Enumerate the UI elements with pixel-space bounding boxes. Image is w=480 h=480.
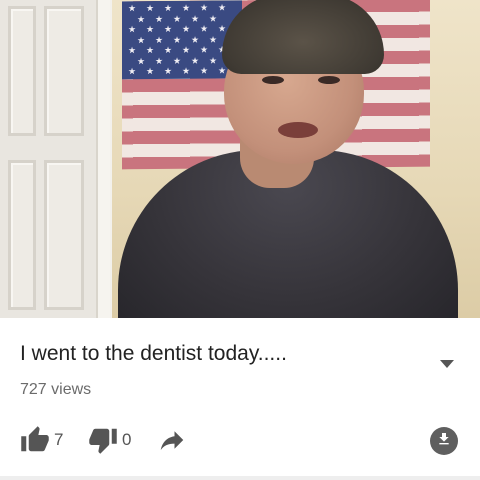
share-arrow-icon <box>156 425 188 455</box>
flag-star: ★ <box>182 65 191 76</box>
flag-star: ★ <box>137 34 146 45</box>
door-frame <box>96 0 110 318</box>
flag-star: ★ <box>146 24 155 35</box>
flag-star: ★ <box>200 2 209 13</box>
video-title: I went to the dentist today..... <box>20 342 287 365</box>
beanie <box>222 0 384 74</box>
like-count: 7 <box>54 430 64 449</box>
mouth <box>278 122 318 138</box>
chevron-down-icon[interactable] <box>440 360 454 368</box>
flag-star: ★ <box>218 2 227 13</box>
download-icon <box>436 431 452 452</box>
like-button[interactable]: 7 <box>20 424 63 456</box>
flag-star: ★ <box>164 44 173 55</box>
thumbs-down-icon <box>88 425 118 455</box>
flag-star: ★ <box>173 34 182 45</box>
flag-star: ★ <box>164 65 173 76</box>
flag-star: ★ <box>173 55 182 66</box>
share-button[interactable] <box>156 424 188 456</box>
flag-star: ★ <box>128 24 137 35</box>
flag-star: ★ <box>164 23 173 34</box>
flag-star: ★ <box>146 45 155 56</box>
flag-star: ★ <box>155 55 164 66</box>
flag-star: ★ <box>191 34 200 45</box>
flag-star: ★ <box>146 66 155 77</box>
video-player[interactable]: ★★★★★★★★★★★★★★★★★★★★★★★★★★★★★★★★★★★★★★★ <box>0 0 480 318</box>
flag-star: ★ <box>173 13 182 24</box>
flag-star: ★ <box>146 3 155 14</box>
left-eye <box>262 76 284 84</box>
bottom-divider <box>0 476 480 480</box>
thumbs-up-icon <box>20 425 50 455</box>
flag-star: ★ <box>128 45 137 56</box>
flag-star: ★ <box>209 34 218 45</box>
flag-star: ★ <box>200 65 209 76</box>
flag-star: ★ <box>128 66 137 77</box>
right-eye <box>318 76 340 84</box>
flag-star: ★ <box>137 55 146 66</box>
flag-star: ★ <box>182 2 191 13</box>
flag-star: ★ <box>155 34 164 45</box>
flag-star: ★ <box>191 55 200 66</box>
download-button[interactable] <box>430 427 458 455</box>
flag-star: ★ <box>182 44 191 55</box>
view-count: 727 views <box>20 381 92 398</box>
flag-star: ★ <box>191 13 200 24</box>
flag-star: ★ <box>218 23 227 34</box>
flag-star: ★ <box>137 13 146 24</box>
flag-star: ★ <box>209 55 218 66</box>
dislike-button[interactable]: 0 <box>88 424 131 456</box>
flag-star: ★ <box>209 13 218 24</box>
flag-star: ★ <box>182 23 191 34</box>
dislike-count: 0 <box>122 430 132 449</box>
flag-star: ★ <box>155 13 164 24</box>
flag-star: ★ <box>128 3 137 14</box>
flag-star: ★ <box>218 65 227 76</box>
flag-star: ★ <box>200 23 209 34</box>
flag-star: ★ <box>200 44 209 55</box>
flag-star: ★ <box>164 2 173 13</box>
